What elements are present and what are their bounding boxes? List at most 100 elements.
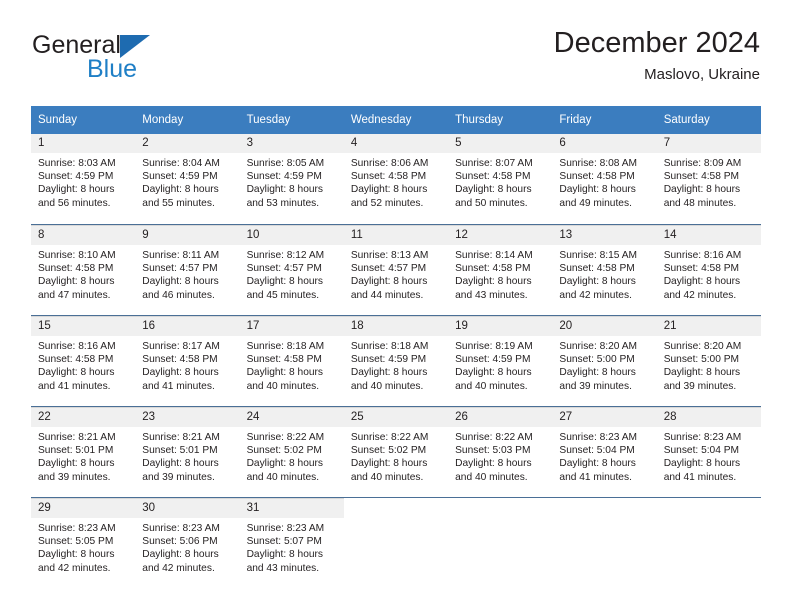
calendar-day-cell[interactable]: 5 Sunrise: 8:07 AM Sunset: 4:58 PM Daylight… xyxy=(448,134,553,224)
sunrise-text: Sunrise: 8:10 AM xyxy=(38,250,116,261)
weekday-header-friday: Friday xyxy=(552,106,657,134)
day-details: Sunrise: 8:10 AM Sunset: 4:58 PM Daylight:… xyxy=(31,245,135,302)
calendar-cell-empty xyxy=(344,498,448,588)
sunrise-text: Sunrise: 8:04 AM xyxy=(142,158,220,169)
calendar-day-cell[interactable]: 1 Sunrise: 8:03 AM Sunset: 4:59 PM Daylight… xyxy=(31,134,136,224)
daylight-text: and 55 minutes. xyxy=(142,197,215,209)
calendar-day-cell[interactable]: 25 Sunrise: 8:22 AM Sunset: 5:02 PM Dayligh… xyxy=(343,407,449,497)
daylight-text: and 41 minutes. xyxy=(38,380,111,392)
day-details xyxy=(448,517,552,521)
calendar-day-cell[interactable]: 3 Sunrise: 8:05 AM Sunset: 4:59 PM Daylight… xyxy=(239,134,344,224)
daylight-text: and 41 minutes. xyxy=(142,380,215,392)
calendar-day-cell[interactable]: 22 Sunrise: 8:21 AM Sunset: 5:01 PM Dayligh… xyxy=(31,407,136,497)
day-cell-inner: 6 Sunrise: 8:08 AM Sunset: 4:58 PM Daylight… xyxy=(552,134,657,224)
sunrise-text: Sunrise: 8:17 AM xyxy=(142,341,220,352)
day-number: 30 xyxy=(135,499,240,518)
calendar-cell-empty xyxy=(552,498,656,588)
day-number: 31 xyxy=(239,499,344,518)
day-number: 25 xyxy=(343,408,449,427)
sunset-text: Sunset: 5:02 PM xyxy=(350,445,427,457)
day-number: 5 xyxy=(448,134,553,153)
day-details: Sunrise: 8:16 AM Sunset: 4:58 PM Daylight:… xyxy=(31,336,135,393)
title-block: December 2024 Maslovo, Ukraine xyxy=(554,26,760,86)
sunrise-text: Sunrise: 8:23 AM xyxy=(38,523,116,534)
daylight-text: Daylight: 8 hours xyxy=(350,276,428,288)
day-cell-inner: 25 Sunrise: 8:22 AM Sunset: 5:02 PM Dayligh… xyxy=(343,407,449,497)
daylight-text: Daylight: 8 hours xyxy=(455,367,532,379)
day-cell-inner xyxy=(448,498,552,588)
calendar-day-cell[interactable]: 29 Sunrise: 8:23 AM Sunset: 5:05 PM Dayligh… xyxy=(31,498,136,588)
day-details xyxy=(344,517,448,521)
calendar-day-cell[interactable]: 7 Sunrise: 8:09 AM Sunset: 4:58 PM Daylight… xyxy=(656,134,761,224)
calendar-day-cell[interactable]: 8 Sunrise: 8:10 AM Sunset: 4:58 PM Daylight… xyxy=(31,225,136,315)
calendar-cell-empty xyxy=(448,498,552,588)
weekday-header-wednesday: Wednesday xyxy=(343,106,449,134)
daylight-text: Daylight: 8 hours xyxy=(142,458,219,470)
daylight-text: and 39 minutes. xyxy=(559,380,632,392)
calendar-day-cell[interactable]: 19 Sunrise: 8:19 AM Sunset: 4:59 PM Dayligh… xyxy=(448,316,553,406)
daylight-text: Daylight: 8 hours xyxy=(559,184,636,196)
calendar-day-cell[interactable]: 24 Sunrise: 8:22 AM Sunset: 5:02 PM Dayligh… xyxy=(239,407,344,497)
calendar-day-cell[interactable]: 23 Sunrise: 8:21 AM Sunset: 5:01 PM Dayligh… xyxy=(135,407,240,497)
daylight-text: and 42 minutes. xyxy=(38,562,111,574)
day-details: Sunrise: 8:07 AM Sunset: 4:58 PM Daylight:… xyxy=(448,153,552,210)
daylight-text: and 45 minutes. xyxy=(246,289,320,301)
calendar-day-cell[interactable]: 14 Sunrise: 8:16 AM Sunset: 4:58 PM Dayligh… xyxy=(656,225,761,315)
calendar-day-cell[interactable]: 12 Sunrise: 8:14 AM Sunset: 4:58 PM Dayligh… xyxy=(448,225,553,315)
weekday-header-saturday: Saturday xyxy=(656,106,761,134)
sunrise-text: Sunrise: 8:05 AM xyxy=(246,158,325,169)
day-number: 16 xyxy=(135,317,240,336)
day-number: 7 xyxy=(656,134,761,153)
weekday-header-monday: Monday xyxy=(135,106,240,134)
calendar-day-cell[interactable]: 2 Sunrise: 8:04 AM Sunset: 4:59 PM Daylight… xyxy=(135,134,240,224)
day-cell-inner: 10 Sunrise: 8:12 AM Sunset: 4:57 PM Dayligh… xyxy=(239,225,344,315)
calendar-day-cell[interactable]: 27 Sunrise: 8:23 AM Sunset: 5:04 PM Dayligh… xyxy=(552,407,657,497)
generalblue-logo[interactable]: General Blue xyxy=(32,32,252,90)
calendar-day-cell[interactable]: 4 Sunrise: 8:06 AM Sunset: 4:58 PM Daylight… xyxy=(343,134,449,224)
daylight-text: and 52 minutes. xyxy=(350,197,424,209)
calendar-day-cell[interactable]: 13 Sunrise: 8:15 AM Sunset: 4:58 PM Dayligh… xyxy=(552,225,657,315)
daylight-text: Daylight: 8 hours xyxy=(559,458,636,470)
daylight-text: and 40 minutes. xyxy=(455,380,528,392)
calendar-day-cell[interactable]: 20 Sunrise: 8:20 AM Sunset: 5:00 PM Dayligh… xyxy=(552,316,657,406)
daylight-text: and 43 minutes. xyxy=(246,562,320,574)
calendar-day-cell[interactable]: 17 Sunrise: 8:18 AM Sunset: 4:58 PM Dayligh… xyxy=(239,316,344,406)
calendar-day-cell[interactable]: 28 Sunrise: 8:23 AM Sunset: 5:04 PM Dayligh… xyxy=(656,407,761,497)
day-number: 26 xyxy=(448,408,553,427)
daylight-text: and 42 minutes. xyxy=(142,562,215,574)
daylight-text: Daylight: 8 hours xyxy=(350,458,428,470)
calendar-day-cell[interactable]: 16 Sunrise: 8:17 AM Sunset: 4:58 PM Dayligh… xyxy=(135,316,240,406)
calendar-day-cell[interactable]: 26 Sunrise: 8:22 AM Sunset: 5:03 PM Dayligh… xyxy=(448,407,553,497)
daylight-text: Daylight: 8 hours xyxy=(246,184,324,196)
sunrise-text: Sunrise: 8:23 AM xyxy=(142,523,220,534)
day-cell-inner: 12 Sunrise: 8:14 AM Sunset: 4:58 PM Dayligh… xyxy=(448,225,553,315)
sunset-text: Sunset: 5:00 PM xyxy=(559,354,635,366)
sunrise-text: Sunrise: 8:21 AM xyxy=(142,432,220,443)
calendar-day-cell[interactable]: 11 Sunrise: 8:13 AM Sunset: 4:57 PM Dayligh… xyxy=(343,225,449,315)
day-number: 27 xyxy=(552,408,657,427)
daylight-text: and 40 minutes. xyxy=(350,471,424,483)
sunset-text: Sunset: 4:57 PM xyxy=(246,263,322,275)
calendar-week-row: 1 Sunrise: 8:03 AM Sunset: 4:59 PM Daylight… xyxy=(31,134,761,224)
calendar-day-cell[interactable]: 21 Sunrise: 8:20 AM Sunset: 5:00 PM Dayligh… xyxy=(656,316,761,406)
day-cell-inner: 4 Sunrise: 8:06 AM Sunset: 4:58 PM Daylight… xyxy=(343,134,449,224)
daylight-text: and 49 minutes. xyxy=(559,197,632,209)
day-number: 29 xyxy=(31,499,136,518)
calendar-day-cell[interactable]: 30 Sunrise: 8:23 AM Sunset: 5:06 PM Dayligh… xyxy=(135,498,240,588)
sunrise-text: Sunrise: 8:20 AM xyxy=(559,341,637,352)
calendar-day-cell[interactable]: 6 Sunrise: 8:08 AM Sunset: 4:58 PM Daylight… xyxy=(552,134,657,224)
calendar-body: 1 Sunrise: 8:03 AM Sunset: 4:59 PM Daylight… xyxy=(31,134,761,588)
sunset-text: Sunset: 4:58 PM xyxy=(663,171,740,183)
calendar-day-cell[interactable]: 18 Sunrise: 8:18 AM Sunset: 4:59 PM Dayligh… xyxy=(343,316,449,406)
calendar-day-cell[interactable]: 31 Sunrise: 8:23 AM Sunset: 5:07 PM Dayligh… xyxy=(239,498,344,588)
daylight-text: and 44 minutes. xyxy=(350,289,424,301)
sunrise-text: Sunrise: 8:20 AM xyxy=(663,341,742,352)
daylight-text: Daylight: 8 hours xyxy=(142,184,219,196)
calendar-day-cell[interactable]: 9 Sunrise: 8:11 AM Sunset: 4:57 PM Daylight… xyxy=(135,225,240,315)
calendar-day-cell[interactable]: 10 Sunrise: 8:12 AM Sunset: 4:57 PM Dayligh… xyxy=(239,225,344,315)
day-details: Sunrise: 8:18 AM Sunset: 4:58 PM Daylight:… xyxy=(240,336,344,393)
sunrise-text: Sunrise: 8:22 AM xyxy=(350,432,429,443)
day-details: Sunrise: 8:03 AM Sunset: 4:59 PM Daylight:… xyxy=(31,153,135,210)
calendar-day-cell[interactable]: 15 Sunrise: 8:16 AM Sunset: 4:58 PM Dayligh… xyxy=(31,316,136,406)
calendar-cell-empty xyxy=(657,498,761,588)
